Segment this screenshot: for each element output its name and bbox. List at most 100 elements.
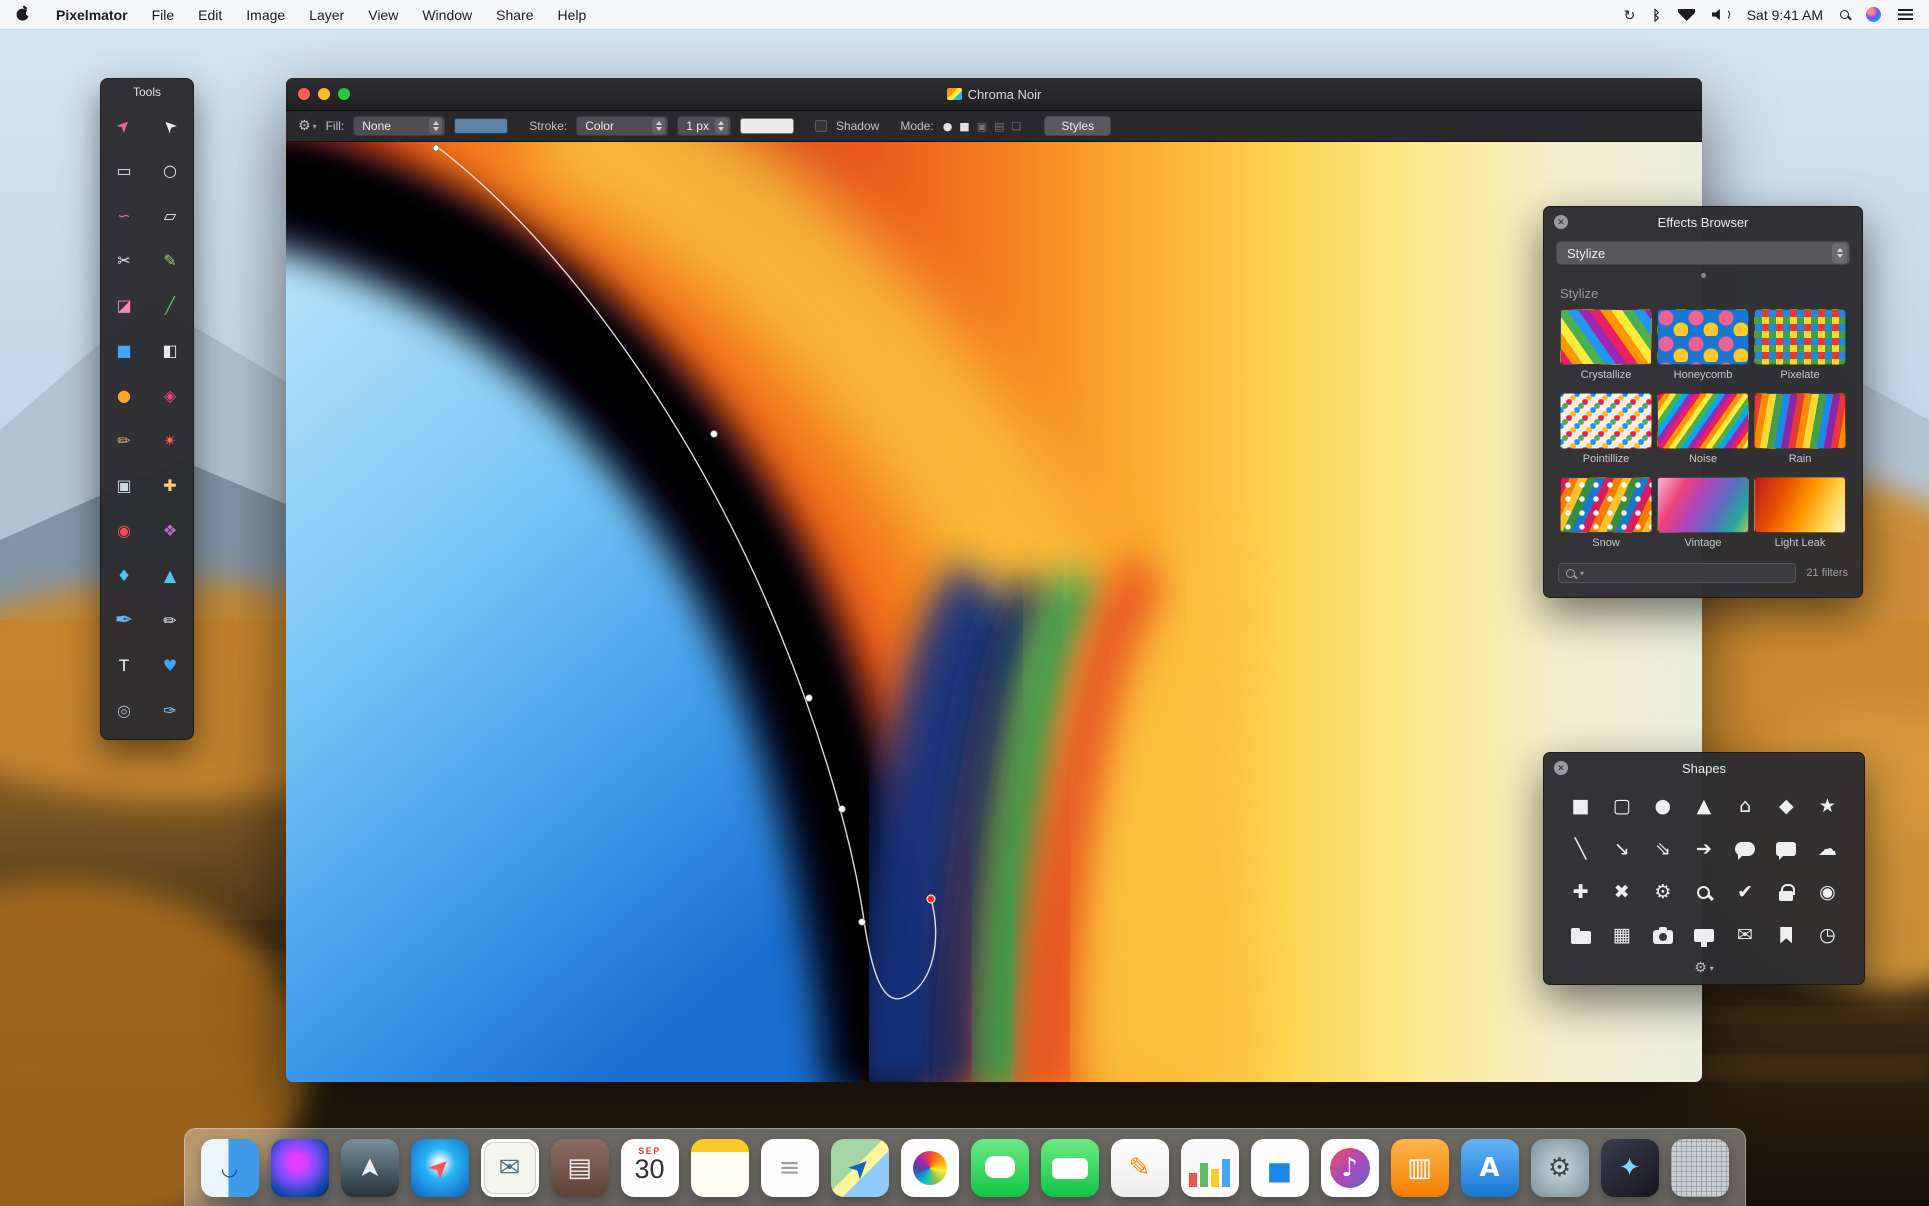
mode-overlap-icon[interactable]: ❏: [1012, 120, 1022, 133]
dock-calendar[interactable]: SEP 30: [620, 1138, 679, 1197]
shape-rounded-square[interactable]: ▢: [1609, 793, 1635, 819]
shape-triangle[interactable]: ▲: [1691, 793, 1717, 819]
type-tool-icon[interactable]: T: [101, 643, 147, 688]
effect-rain[interactable]: Rain: [1754, 393, 1846, 465]
shape-plus[interactable]: ✚: [1568, 879, 1594, 905]
shape-folder[interactable]: [1568, 922, 1594, 948]
ellipse-select-tool-icon[interactable]: ○: [147, 148, 193, 193]
shape-pentagon[interactable]: ⌂: [1732, 793, 1758, 819]
menu-bar-clock[interactable]: Sat 9:41 AM: [1747, 7, 1823, 23]
pencil-tool-icon[interactable]: ✎: [147, 238, 193, 283]
stroke-width-stepper[interactable]: [714, 118, 728, 134]
shape-camera[interactable]: [1650, 922, 1676, 948]
dock-launchpad[interactable]: ➤: [340, 1138, 399, 1197]
stroke-color-swatch[interactable]: [739, 118, 794, 134]
effect-pointillize[interactable]: Pointillize: [1560, 393, 1652, 465]
shape-clock[interactable]: ◷: [1814, 922, 1840, 948]
shape-arrow-right[interactable]: ➔: [1691, 836, 1717, 862]
stroke-stepper[interactable]: [652, 118, 666, 134]
shapes-settings-gear-icon[interactable]: ⚙: [1694, 960, 1707, 976]
zoom-window-button[interactable]: [338, 88, 350, 100]
red-eye-tool-icon[interactable]: ◉: [101, 508, 147, 553]
move-tool-icon[interactable]: ➤: [101, 103, 147, 148]
close-panel-icon[interactable]: ✕: [1554, 215, 1568, 229]
dock-finder[interactable]: ◡: [200, 1138, 259, 1197]
menu-item[interactable]: Layer: [309, 7, 344, 23]
menu-item[interactable]: Help: [557, 7, 586, 23]
fill-color-swatch[interactable]: [454, 118, 509, 134]
dock-pixelmator[interactable]: ✦: [1600, 1138, 1659, 1197]
effects-search-field[interactable]: ▾: [1558, 563, 1797, 583]
dock-mail[interactable]: ✉: [480, 1138, 539, 1197]
dock-reminders[interactable]: ≡: [760, 1138, 819, 1197]
close-panel-icon[interactable]: ✕: [1554, 761, 1568, 775]
shape-lock[interactable]: [1773, 879, 1799, 905]
gradient-tool-icon[interactable]: ◧: [147, 328, 193, 373]
shape-diamond[interactable]: ◆: [1773, 793, 1799, 819]
dock-ibooks[interactable]: ▥: [1390, 1138, 1449, 1197]
shadow-checkbox[interactable]: [814, 120, 827, 132]
dock-siri[interactable]: [270, 1138, 329, 1197]
time-machine-icon[interactable]: ↻: [1624, 8, 1636, 22]
freehand-pencil-tool-icon[interactable]: ✏: [147, 598, 193, 643]
shape-arrow-diagonal[interactable]: ↘: [1609, 836, 1635, 862]
color-brush-tool-icon[interactable]: ◈: [147, 373, 193, 418]
dock-pages[interactable]: ✎: [1110, 1138, 1169, 1197]
shape-arrow-double[interactable]: ⇘: [1650, 836, 1676, 862]
dock-facetime[interactable]: [1040, 1138, 1099, 1197]
effect-noise[interactable]: Noise: [1657, 393, 1749, 465]
dock-appstore[interactable]: A: [1460, 1138, 1519, 1197]
spotlight-icon[interactable]: [1840, 10, 1849, 19]
mode-split-icon[interactable]: ▤: [994, 120, 1004, 133]
sharpen-tool-icon[interactable]: ▲: [147, 553, 193, 598]
wifi-icon[interactable]: [1677, 8, 1695, 21]
zoom-tool-icon[interactable]: ◎: [101, 688, 147, 733]
notification-center-icon[interactable]: [1898, 9, 1913, 20]
polygon-lasso-tool-icon[interactable]: ▱: [147, 193, 193, 238]
volume-icon[interactable]: [1711, 8, 1730, 21]
dodge-tool-icon[interactable]: ●: [101, 373, 147, 418]
shape-star[interactable]: ★: [1814, 793, 1840, 819]
effect-vintage[interactable]: Vintage: [1657, 477, 1749, 549]
effect-honeycomb[interactable]: Honeycomb: [1657, 309, 1749, 381]
shape-checkmark[interactable]: ✔: [1732, 879, 1758, 905]
paint-brush-tool-icon[interactable]: ✏: [101, 418, 147, 463]
eraser-tool-icon[interactable]: ◪: [101, 283, 147, 328]
shape-picture[interactable]: ▦: [1609, 922, 1635, 948]
custom-shape-tool-icon[interactable]: ♥: [147, 643, 193, 688]
close-window-button[interactable]: [298, 88, 310, 100]
menu-item[interactable]: Image: [246, 7, 285, 23]
minimize-window-button[interactable]: [318, 88, 330, 100]
burn-tool-icon[interactable]: ✴: [147, 418, 193, 463]
menu-item[interactable]: View: [368, 7, 398, 23]
menu-item[interactable]: Share: [496, 7, 533, 23]
rect-select-tool-icon[interactable]: ▭: [101, 148, 147, 193]
shape-square[interactable]: ■: [1568, 793, 1594, 819]
blur-tool-icon[interactable]: ♦: [101, 553, 147, 598]
effect-lightleak[interactable]: Light Leak: [1754, 477, 1846, 549]
shape-speech-bubble-square[interactable]: [1773, 836, 1799, 862]
effect-snow[interactable]: Snow: [1560, 477, 1652, 549]
dock-keynote[interactable]: ▅: [1250, 1138, 1309, 1197]
shape-speech-bubble-round[interactable]: [1732, 836, 1758, 862]
styles-button[interactable]: Styles: [1044, 116, 1112, 136]
dock-trash[interactable]: [1670, 1138, 1729, 1197]
shape-cloud[interactable]: ☁: [1814, 836, 1840, 862]
shape-bookmark[interactable]: [1773, 922, 1799, 948]
stroke-dropdown[interactable]: Color: [576, 116, 669, 136]
dock-photos[interactable]: [900, 1138, 959, 1197]
shape-display[interactable]: [1691, 922, 1717, 948]
mode-square-icon[interactable]: ■: [959, 120, 969, 133]
shape-line[interactable]: ╲: [1568, 836, 1594, 862]
dock-maps[interactable]: ➤: [830, 1138, 889, 1197]
shape-eye[interactable]: ◉: [1814, 879, 1840, 905]
shape-circle[interactable]: ●: [1650, 793, 1676, 819]
dock-itunes[interactable]: ♪: [1320, 1138, 1379, 1197]
siri-icon[interactable]: [1866, 7, 1881, 22]
fill-stepper[interactable]: [429, 118, 443, 134]
tool-settings-gear-icon[interactable]: ⚙ ▾: [298, 118, 317, 134]
dock-sysprefs[interactable]: ⚙: [1530, 1138, 1589, 1197]
bluetooth-icon[interactable]: ᛒ: [1652, 8, 1660, 22]
document-canvas[interactable]: [286, 142, 1702, 1082]
lasso-tool-icon[interactable]: ∽: [101, 193, 147, 238]
